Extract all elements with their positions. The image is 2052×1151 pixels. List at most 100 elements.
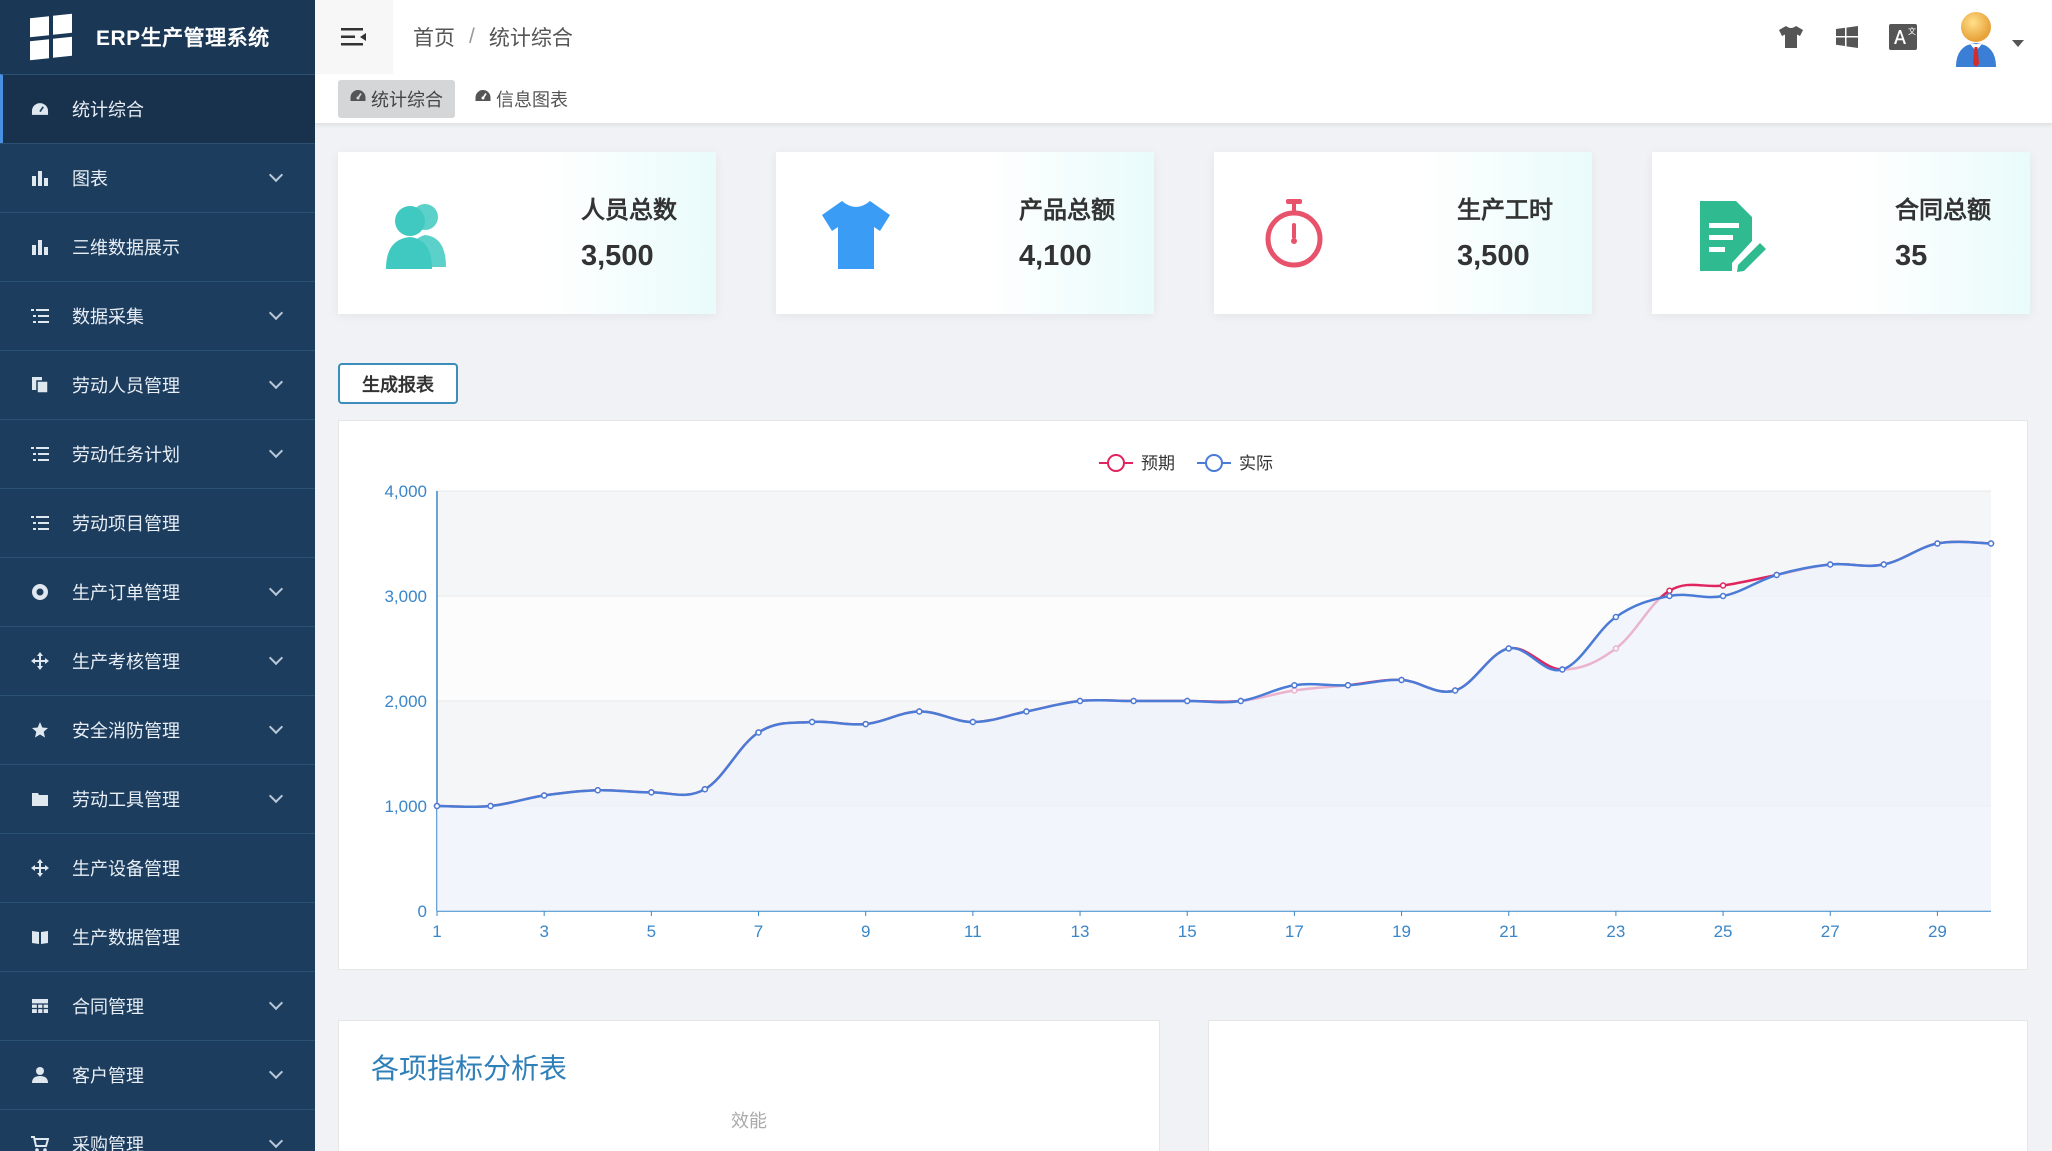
shirt-icon [818,197,894,273]
data-point [916,708,923,715]
chevron-down-icon[interactable] [2012,39,2024,47]
legend-swatch-marker [1107,454,1125,472]
sidebar-item-label: 数据采集 [72,307,144,327]
chevron-down-icon [268,788,284,804]
star-icon [30,720,50,740]
generate-report-button[interactable]: 生成报表 [338,363,458,404]
sidebar-item[interactable]: 图表 [0,143,315,212]
chevron-down-icon [268,1133,284,1149]
sidebar-item[interactable]: 数据采集 [0,281,315,350]
data-point [1719,582,1727,589]
tab-label: 信息图表 [496,89,568,110]
sidebar-item-label: 图表 [72,169,108,189]
sidebar-item[interactable]: 采购管理 [0,1109,315,1151]
header-actions: 文 [1750,0,2024,74]
translate-icon[interactable]: 文 [1888,22,1918,52]
brand: ERP生产管理系统 [0,0,315,74]
x-tick-label: 27 [1821,922,1840,941]
breadcrumb-home-link[interactable]: 首页 [413,22,455,52]
data-point [1237,697,1245,705]
shirt-icon[interactable] [1776,22,1806,52]
chevron-down-icon [268,650,284,666]
x-tick-label: 25 [1714,922,1733,941]
line-chart: 01,0002,0003,0004,0001 3 5 7 9 11 13 15 17 19 21 23… [384,454,1995,941]
sidebar-item[interactable]: 客户管理 [0,1040,315,1109]
data-point [1505,645,1512,652]
chevron-down-icon [268,581,284,597]
legend-label: 实际 [1239,454,1273,473]
sidebar-item[interactable]: 合同管理 [0,971,315,1040]
data-point [1612,613,1620,621]
sidebar-item[interactable]: 劳动工具管理 [0,764,315,833]
tab-info-charts[interactable]: 信息图表 [463,80,580,118]
sidebar-item-label: 客户管理 [72,1066,144,1086]
sidebar-item-label: 安全消防管理 [72,721,180,741]
sidebar-item[interactable]: 劳动人员管理 [0,350,315,419]
sidebar-item-label: 合同管理 [72,997,144,1017]
breadcrumb-separator: / [469,25,475,48]
y-tick-label: 1,000 [384,797,427,816]
sidebar-item[interactable]: 生产数据管理 [0,902,315,971]
list-icon [30,444,50,464]
page-tabs: 统计综合 信息图表 [315,74,2052,124]
tab-stats-overview[interactable]: 统计综合 [338,79,455,118]
y-tick-label: 3,000 [384,587,427,606]
bar-chart-icon [30,237,50,257]
sidebar-item[interactable]: 统计综合 [0,74,315,143]
data-point [1826,561,1834,568]
move-icon [30,858,50,878]
stat-card-products: 产品总额 4,100 [776,152,1154,314]
sidebar-item[interactable]: 生产考核管理 [0,626,315,695]
user-avatar[interactable] [1952,9,2000,67]
y-tick-label: 2,000 [384,692,427,711]
data-point [487,802,494,810]
sidebar-item[interactable]: 三维数据展示 [0,212,315,281]
x-tick-label: 29 [1928,922,1947,941]
legend-swatch-marker [1205,454,1223,472]
sidebar-item[interactable]: 生产订单管理 [0,557,315,626]
users-icon [380,197,456,273]
indicator-analysis-panel: 各项指标分析表 效能 [338,1020,1160,1151]
data-point [862,720,869,728]
x-tick-label: 23 [1606,922,1625,941]
data-point [1719,592,1727,600]
copy-icon [30,375,50,395]
svg-text:文: 文 [1908,26,1916,36]
x-tick-label: 11 [964,922,982,941]
y-tick-label: 0 [418,902,427,921]
move-icon [30,651,50,671]
chevron-down-icon [268,305,284,321]
panel-title: 各项指标分析表 [371,1053,568,1084]
user-icon [30,1065,50,1085]
data-point [1076,697,1084,705]
sidebar: ERP生产管理系统 统计综合图表三维数据展示数据采集劳动人员管理 劳动任务计划劳动… [0,0,315,1151]
x-tick-label: 17 [1285,922,1304,941]
card-value: 35 [1895,240,1928,272]
y-tick-label: 4,000 [384,482,427,501]
card-value: 3,500 [1457,240,1530,272]
x-tick-label: 5 [647,922,656,941]
data-point [1130,697,1137,705]
breadcrumb: 首页 / 统计综合 [413,22,573,52]
sidebar-item-label: 劳动项目管理 [72,514,180,534]
windows-icon[interactable] [1832,22,1862,52]
tab-label: 统计综合 [371,89,443,110]
dashboard-icon [475,89,491,108]
sidebar-item-label: 生产考核管理 [72,652,180,672]
sidebar-toggle-button[interactable] [315,0,393,74]
stopwatch-icon [1256,197,1332,273]
sidebar-item[interactable]: 安全消防管理 [0,695,315,764]
data-point [1666,587,1673,594]
brand-title: ERP生产管理系统 [96,27,270,50]
sidebar-item[interactable]: 生产设备管理 [0,833,315,902]
sidebar-item[interactable]: 劳动任务计划 [0,419,315,488]
card-value: 3,500 [581,240,654,272]
card-title: 人员总数 [581,197,677,224]
chevron-down-icon [268,443,284,459]
sidebar-item-label: 劳动工具管理 [72,790,180,810]
top-header: 首页 / 统计综合 文 [315,0,2052,74]
sidebar-item[interactable]: 劳动项目管理 [0,488,315,557]
list-icon [30,306,50,326]
chevron-down-icon [268,719,284,735]
x-tick-label: 9 [861,922,870,941]
